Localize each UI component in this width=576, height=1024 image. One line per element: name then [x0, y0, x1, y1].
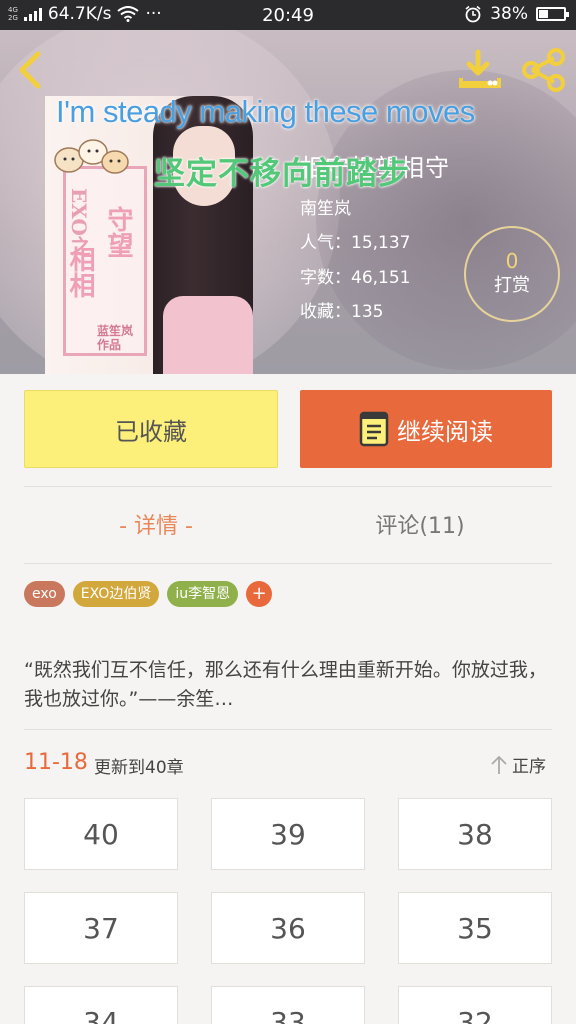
- sort-arrow-up-icon: [491, 755, 507, 774]
- chapter-cell[interactable]: 32: [398, 986, 552, 1024]
- chapter-cell[interactable]: 33: [211, 986, 365, 1024]
- status-right: 38%: [464, 4, 569, 24]
- chapter-update-status: 更新到40章: [94, 758, 184, 778]
- stat-word-count: 字数：46,151: [300, 268, 411, 288]
- divider-top: [24, 486, 552, 487]
- tip-count: 0: [505, 249, 519, 273]
- tag-exo-baekhyun[interactable]: EXO边伯贤: [72, 581, 160, 607]
- tag-iu[interactable]: iu李智恩: [167, 581, 239, 607]
- book-icon: [359, 411, 389, 447]
- stat-popularity: 人气：15,137: [300, 233, 411, 253]
- chapter-cell[interactable]: 40: [24, 798, 178, 870]
- share-icon[interactable]: [520, 48, 568, 92]
- chapter-cell[interactable]: 34: [24, 986, 178, 1024]
- continue-reading-button[interactable]: 继续阅读: [300, 390, 552, 468]
- stat-favorites: 收藏：135: [300, 302, 384, 322]
- cover-author-tag: 蓝笙岚作品: [97, 324, 134, 352]
- add-tag-button[interactable]: +: [246, 581, 273, 607]
- chapter-range[interactable]: 11-18: [24, 750, 88, 775]
- sort-order-label: 正序: [512, 757, 546, 777]
- book-summary[interactable]: “既然我们互不信任，那么还有什么理由重新开始。你放过我，我也放过你。”——余笙…: [24, 656, 554, 714]
- back-chevron-icon[interactable]: [14, 50, 46, 90]
- cover-portrait-shirt: [163, 296, 253, 374]
- lyric-overlay-english: I'm steady making these moves: [56, 94, 475, 129]
- favorited-button[interactable]: 已收藏: [24, 390, 278, 468]
- divider-summary: [24, 729, 552, 730]
- cat-illustration-icon: [54, 139, 129, 174]
- chapter-cell[interactable]: 35: [398, 892, 552, 964]
- alarm-icon: [465, 5, 481, 23]
- continue-reading-label: 继续阅读: [397, 417, 493, 446]
- book-author[interactable]: 南笙岚: [300, 194, 351, 219]
- battery-percent: 38%: [490, 4, 528, 24]
- cover-title-part2: 守望: [103, 206, 133, 258]
- chapter-cell[interactable]: 39: [211, 798, 365, 870]
- download-icon[interactable]: [458, 48, 502, 92]
- book-cover[interactable]: EXO之 相相 守望 蓝笙岚作品: [45, 96, 253, 374]
- status-bar: 4G 2G 64.7K/s ··· 20:49 38%: [0, 0, 576, 30]
- tab-comments[interactable]: 评论(11): [288, 508, 552, 540]
- tab-detail[interactable]: - 详情 -: [24, 508, 288, 540]
- cover-title-part1: 相相: [65, 246, 95, 298]
- divider-tabs: [24, 563, 552, 564]
- tip-label: 打赏: [494, 275, 530, 296]
- chapter-cell[interactable]: 37: [24, 892, 178, 964]
- battery-icon: [536, 7, 569, 21]
- tag-exo[interactable]: exo: [24, 581, 65, 607]
- chapter-cell[interactable]: 36: [211, 892, 365, 964]
- chapter-cell[interactable]: 38: [398, 798, 552, 870]
- tip-button[interactable]: 0 打赏: [464, 226, 560, 322]
- lyric-overlay-chinese: 坚定不移向前踏步: [154, 156, 410, 192]
- book-header: EXO之 相相 守望 蓝笙岚作品 相守相望相守 南笙岚 人气：15,137 字数…: [0, 30, 576, 374]
- sort-order-button[interactable]: 正序: [490, 752, 546, 777]
- tag-list: exo EXO边伯贤 iu李智恩 +: [24, 581, 273, 607]
